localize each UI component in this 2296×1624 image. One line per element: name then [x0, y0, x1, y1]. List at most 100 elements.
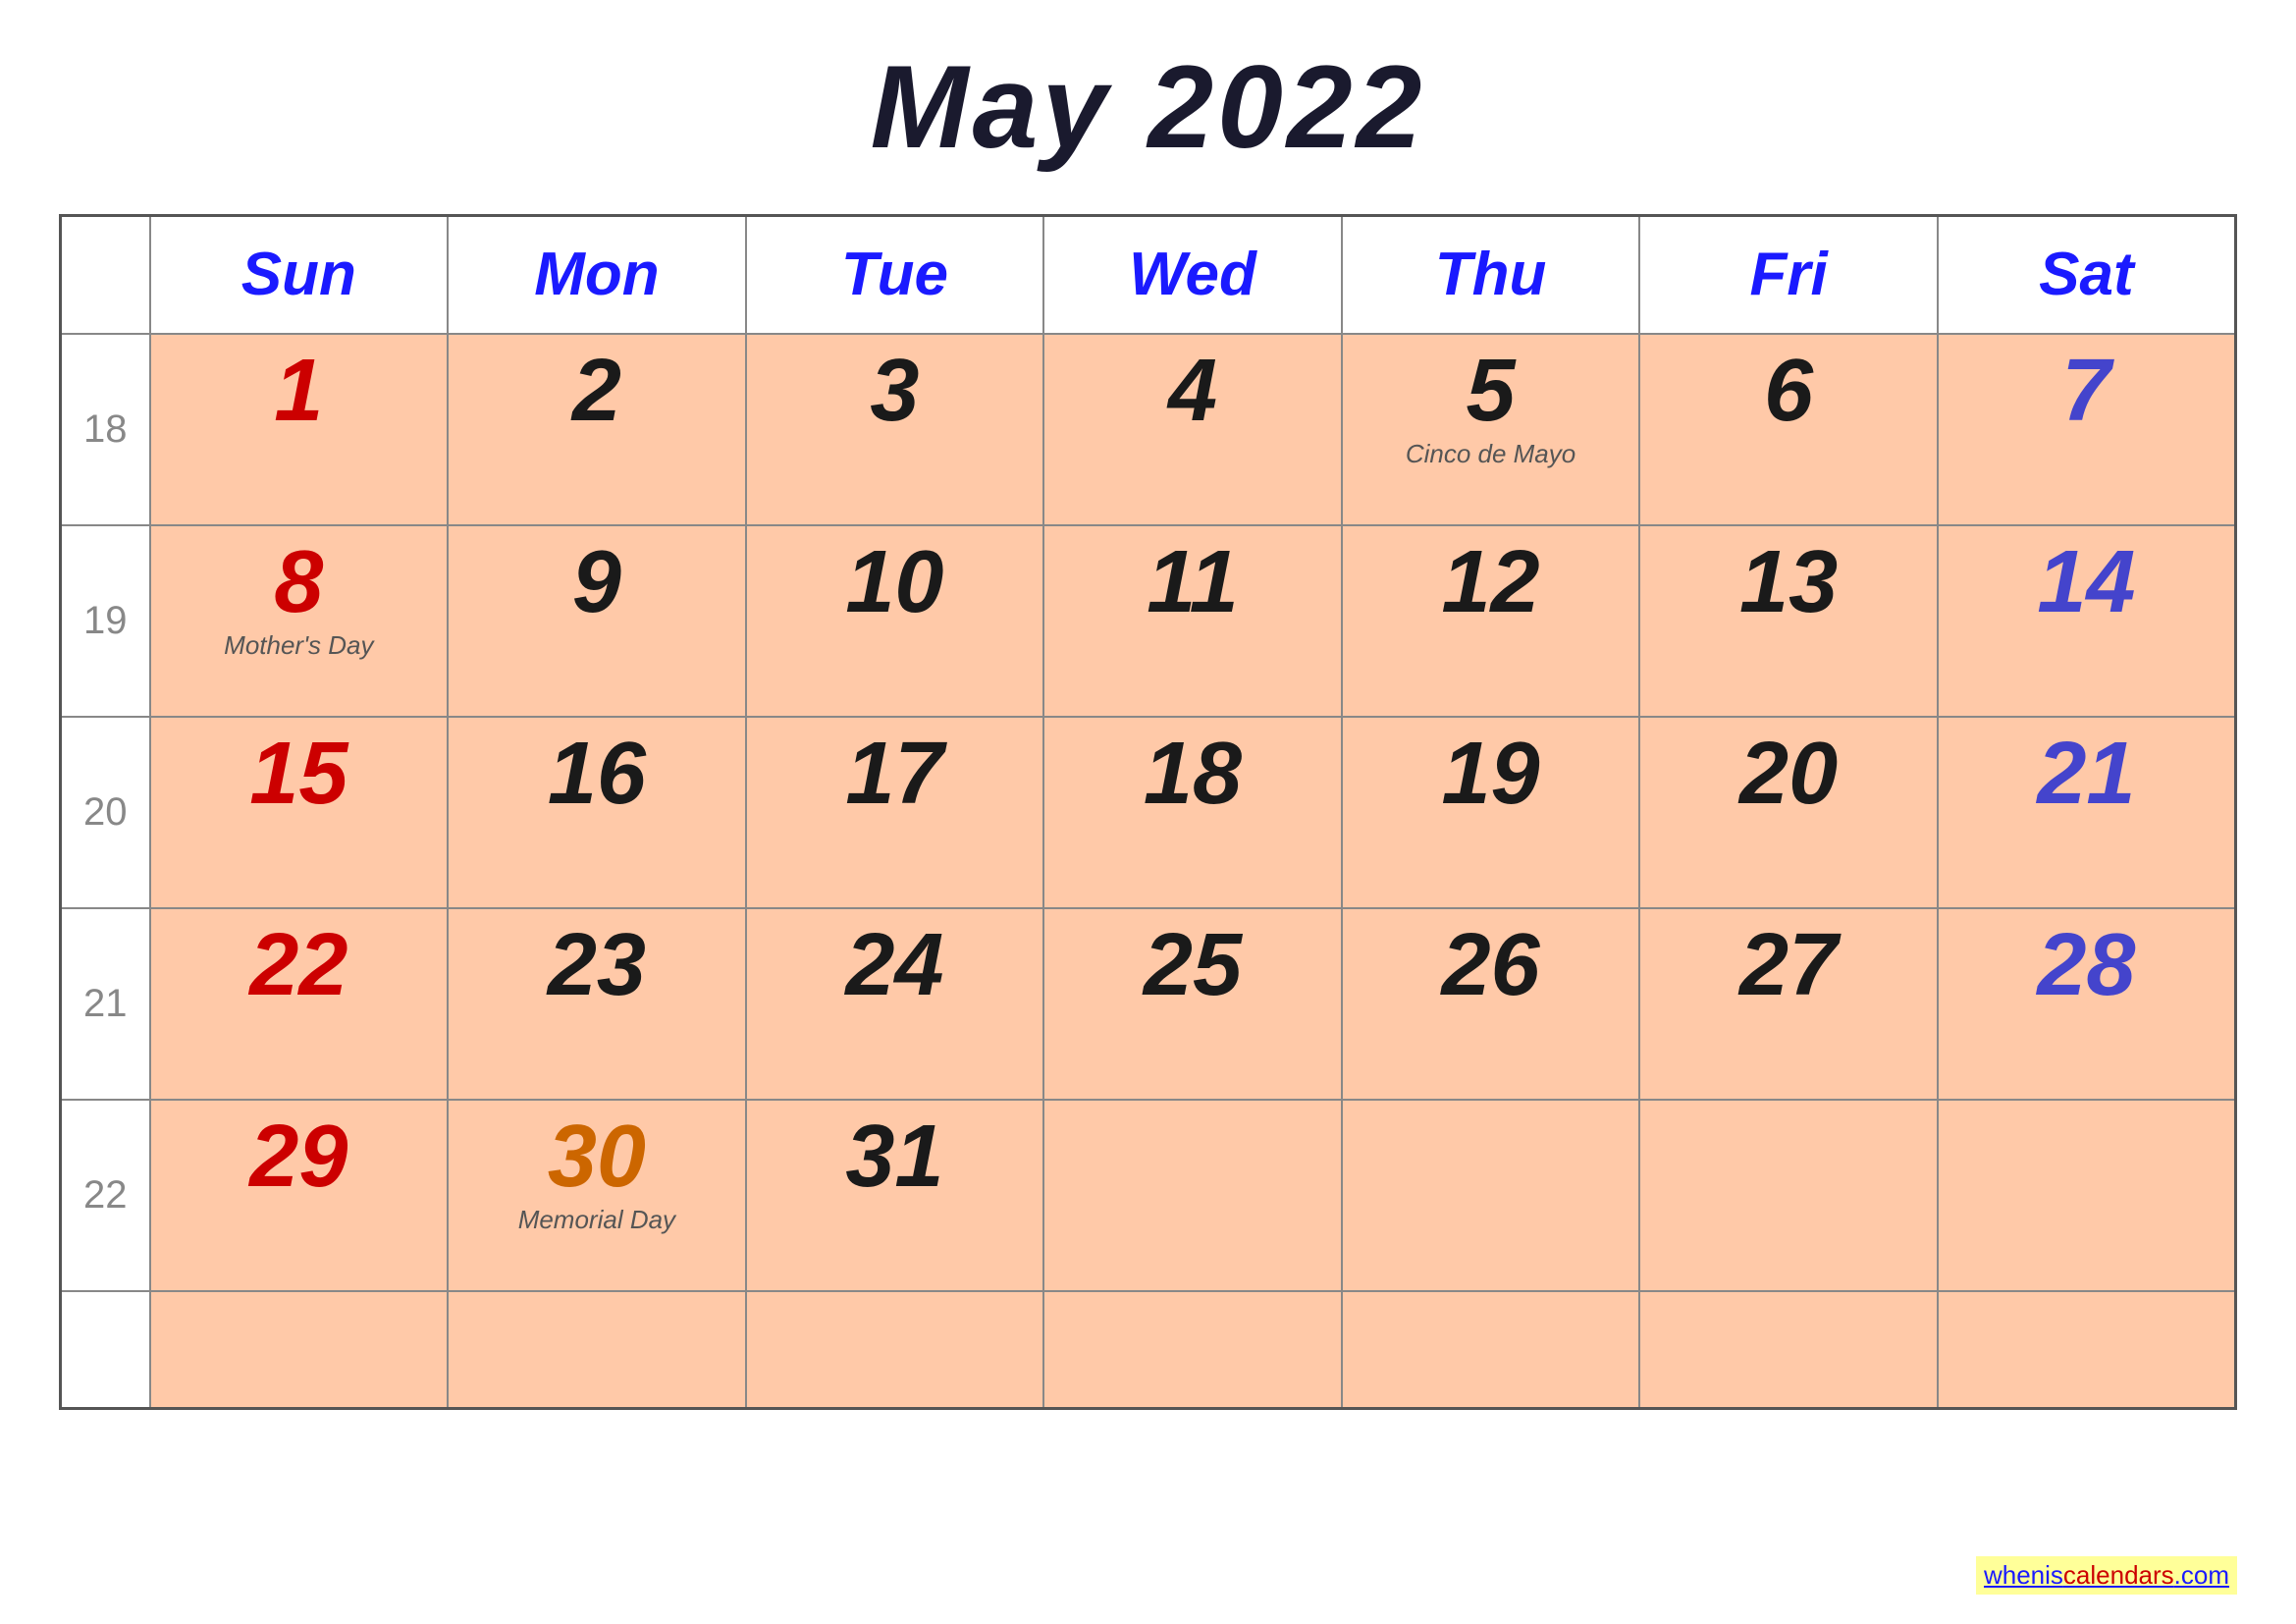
week-row-21: 2122232425262728: [61, 908, 2236, 1100]
week-number-22: 22: [61, 1100, 150, 1291]
day-cell: 25: [1043, 908, 1342, 1100]
empty-cell: [746, 1291, 1044, 1409]
day-number: 22: [161, 921, 438, 1009]
day-cell: 11: [1043, 525, 1342, 717]
day-number: 14: [1949, 538, 2224, 626]
empty-row: [61, 1291, 2236, 1409]
empty-cell: [1043, 1291, 1342, 1409]
day-number: 17: [757, 730, 1034, 818]
day-cell: 28: [1938, 908, 2236, 1100]
day-cell: 9: [448, 525, 746, 717]
day-cell: 7: [1938, 334, 2236, 525]
day-number: 20: [1650, 730, 1927, 818]
day-cell: [1342, 1100, 1640, 1291]
day-number: 5: [1353, 347, 1629, 435]
week-number-19: 19: [61, 525, 150, 717]
day-number: 2: [458, 347, 735, 435]
header-fri: Fri: [1639, 216, 1938, 334]
day-cell: 16: [448, 717, 746, 908]
header-wed: Wed: [1043, 216, 1342, 334]
day-cell: 15: [150, 717, 449, 908]
day-cell: 29: [150, 1100, 449, 1291]
day-cell: 19: [1342, 717, 1640, 908]
day-number: 21: [1949, 730, 2224, 818]
day-number: 4: [1054, 347, 1331, 435]
holiday-label: Mother's Day: [161, 630, 438, 661]
day-cell: 24: [746, 908, 1044, 1100]
day-cell: 26: [1342, 908, 1640, 1100]
empty-cell: [1342, 1291, 1640, 1409]
header-row: Sun Mon Tue Wed Thu Fri Sat: [61, 216, 2236, 334]
watermark[interactable]: wheniscalendars.com: [1976, 1556, 2237, 1595]
day-cell: 2: [448, 334, 746, 525]
day-number: 6: [1650, 347, 1927, 435]
holiday-label: Cinco de Mayo: [1353, 439, 1629, 469]
empty-cell: [1938, 1291, 2236, 1409]
empty-cell: [1639, 1291, 1938, 1409]
week-row-19: 198 Mother's Day 91011121314: [61, 525, 2236, 717]
day-cell: 17: [746, 717, 1044, 908]
day-number: 29: [161, 1112, 438, 1201]
day-number: 9: [458, 538, 735, 626]
day-cell: 3: [746, 334, 1044, 525]
week-number-20: 20: [61, 717, 150, 908]
day-cell: 18: [1043, 717, 1342, 908]
day-cell: [1938, 1100, 2236, 1291]
day-cell: 21: [1938, 717, 2236, 908]
day-number: 10: [757, 538, 1034, 626]
day-cell: 31: [746, 1100, 1044, 1291]
empty-cell: [150, 1291, 449, 1409]
day-number: 18: [1054, 730, 1331, 818]
day-number: 27: [1650, 921, 1927, 1009]
day-number: 23: [458, 921, 735, 1009]
day-number: 30: [458, 1112, 735, 1201]
empty-cell: [448, 1291, 746, 1409]
day-cell: 30 Memorial Day: [448, 1100, 746, 1291]
day-number: 13: [1650, 538, 1927, 626]
day-number: 24: [757, 921, 1034, 1009]
day-cell: 12: [1342, 525, 1640, 717]
day-number: 15: [161, 730, 438, 818]
day-number: 7: [1949, 347, 2224, 435]
page-title: May 2022: [871, 39, 1426, 175]
day-number: 1: [161, 347, 438, 435]
day-number: 31: [757, 1112, 1034, 1201]
day-cell: [1043, 1100, 1342, 1291]
header-wk: [61, 216, 150, 334]
day-cell: [1639, 1100, 1938, 1291]
holiday-label: Memorial Day: [458, 1205, 735, 1235]
week-row-20: 2015161718192021: [61, 717, 2236, 908]
day-cell: 13: [1639, 525, 1938, 717]
day-number: 8: [161, 538, 438, 626]
day-cell: 10: [746, 525, 1044, 717]
day-cell: 4: [1043, 334, 1342, 525]
day-number: 25: [1054, 921, 1331, 1009]
day-cell: 23: [448, 908, 746, 1100]
day-number: 16: [458, 730, 735, 818]
day-cell: 27: [1639, 908, 1938, 1100]
header-thu: Thu: [1342, 216, 1640, 334]
week-row-22: 222930 Memorial Day 31: [61, 1100, 2236, 1291]
day-number: 28: [1949, 921, 2224, 1009]
header-sat: Sat: [1938, 216, 2236, 334]
day-cell: 22: [150, 908, 449, 1100]
day-cell: 1: [150, 334, 449, 525]
week-number-21: 21: [61, 908, 150, 1100]
calendar-table: Sun Mon Tue Wed Thu Fri Sat 1812345Cinco…: [59, 214, 2237, 1410]
header-mon: Mon: [448, 216, 746, 334]
day-number: 12: [1353, 538, 1629, 626]
header-tue: Tue: [746, 216, 1044, 334]
week-number-18: 18: [61, 334, 150, 525]
day-number: 19: [1353, 730, 1629, 818]
day-number: 11: [1054, 538, 1331, 626]
day-cell: 20: [1639, 717, 1938, 908]
day-cell: 8 Mother's Day: [150, 525, 449, 717]
day-cell: 6: [1639, 334, 1938, 525]
day-number: 3: [757, 347, 1034, 435]
day-cell: 5 Cinco de Mayo: [1342, 334, 1640, 525]
day-cell: 14: [1938, 525, 2236, 717]
header-sun: Sun: [150, 216, 449, 334]
empty-cell: [61, 1291, 150, 1409]
day-number: 26: [1353, 921, 1629, 1009]
week-row-18: 1812345 Cinco de Mayo 67: [61, 334, 2236, 525]
